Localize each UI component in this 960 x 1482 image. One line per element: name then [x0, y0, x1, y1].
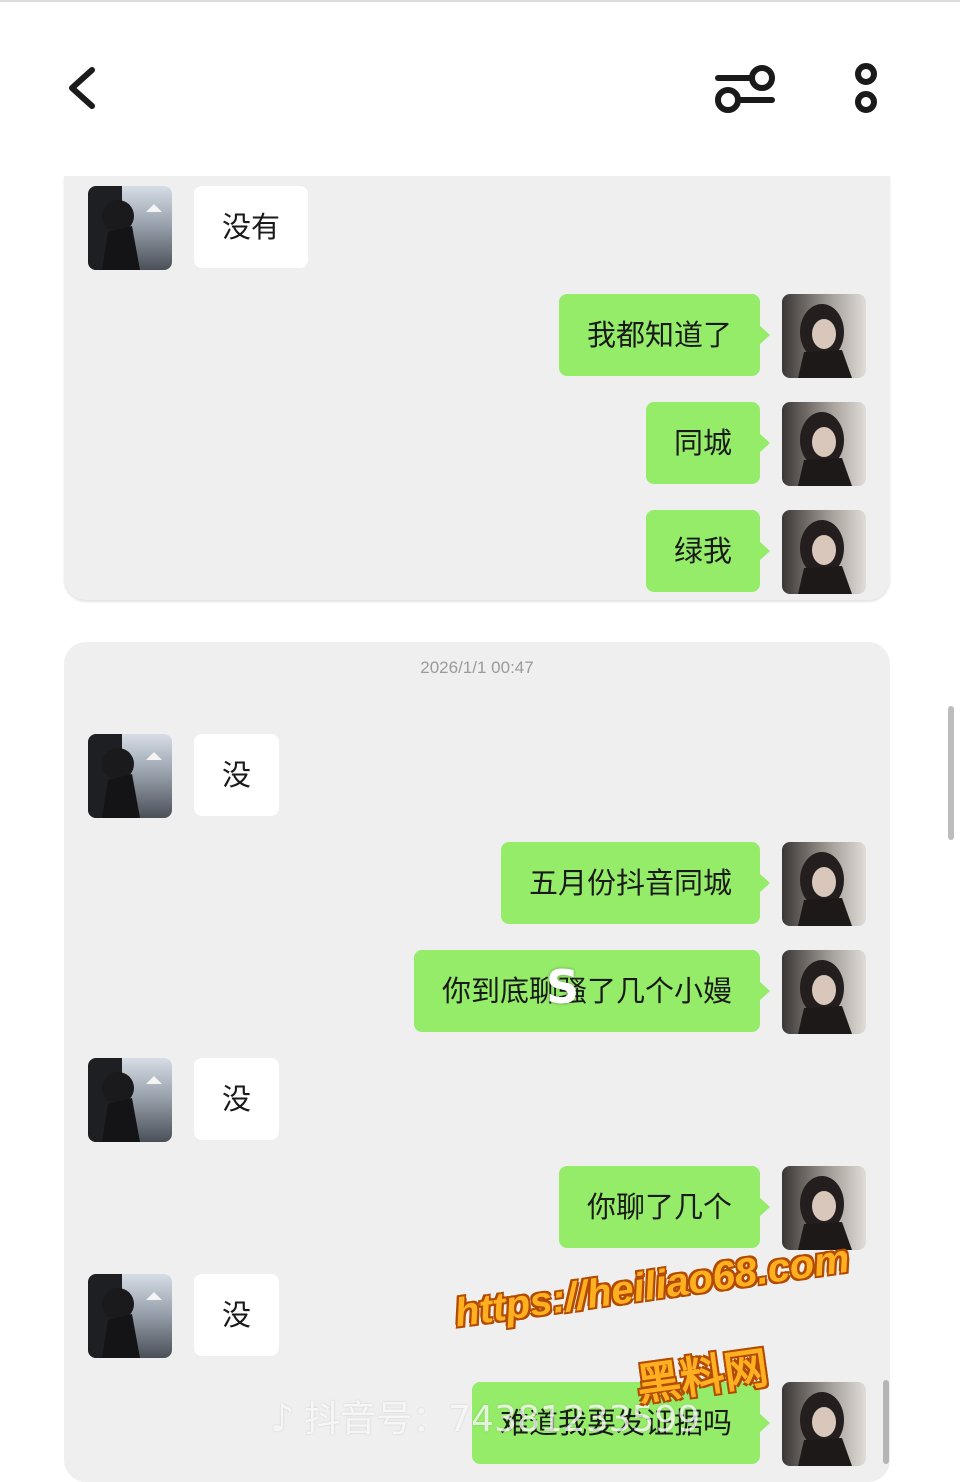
tiktok-icon: ♪ [270, 1396, 295, 1440]
message-row: 没 [64, 1058, 890, 1142]
message-bubble-received: 没 [194, 1058, 280, 1140]
sliders-icon [715, 65, 775, 113]
avatar-girl[interactable] [782, 510, 866, 594]
tiktok-watermark: ♪ 抖音号：74381233599 [270, 1390, 700, 1442]
message-bubble-sent: 我都知道了 [558, 294, 771, 376]
avatar-girl[interactable] [782, 950, 866, 1034]
avatar-girl[interactable] [782, 1166, 866, 1250]
avatar-girl[interactable] [782, 1382, 866, 1466]
avatar-boy[interactable] [88, 1274, 172, 1358]
message-bubble-sent: 你聊了几个 [558, 1166, 771, 1248]
message-row: 绿我 [64, 510, 890, 594]
message-timestamp: 2026/1/1 00:47 [420, 658, 534, 677]
message-bubble-received: 没 [194, 734, 280, 816]
message-row: 同城 [64, 402, 890, 486]
message-bubble-received: 没 [194, 1274, 280, 1356]
message-row: 你聊了几个 [64, 1166, 890, 1250]
more-options-button[interactable] [846, 58, 886, 118]
message-row: 没 [64, 734, 890, 818]
avatar-girl[interactable] [782, 294, 866, 378]
message-row: 五月份抖音同城 [64, 842, 890, 926]
avatar-boy[interactable] [88, 1058, 172, 1142]
chevron-left-icon [69, 67, 95, 109]
avatar-boy[interactable] [88, 186, 172, 270]
message-bubble-sent: 同城 [645, 402, 771, 484]
inner-scrollbar[interactable] [883, 1380, 889, 1464]
back-button[interactable] [60, 58, 110, 118]
filter-button[interactable] [712, 58, 778, 118]
more-vertical-icon [855, 63, 877, 113]
message-bubble-sent: 绿我 [645, 510, 771, 592]
avatar-girl[interactable] [782, 842, 866, 926]
message-row: 你到底聊骚了几个小嫚 [64, 950, 890, 1034]
top-divider [0, 0, 960, 2]
avatar-boy[interactable] [88, 734, 172, 818]
scrollbar[interactable] [948, 706, 954, 840]
message-bubble-received: 没有 [194, 186, 309, 268]
message-row: 我都知道了 [64, 294, 890, 378]
chat-screenshot-panel-1: 没有 我都知道了 同城 绿我 [64, 176, 890, 600]
message-bubble-sent: 你到底聊骚了几个小嫚 [413, 950, 771, 1032]
avatar-girl[interactable] [782, 402, 866, 486]
s-watermark: S [546, 960, 580, 1014]
message-bubble-sent: 五月份抖音同城 [500, 842, 771, 924]
message-row: 没有 [64, 186, 890, 270]
